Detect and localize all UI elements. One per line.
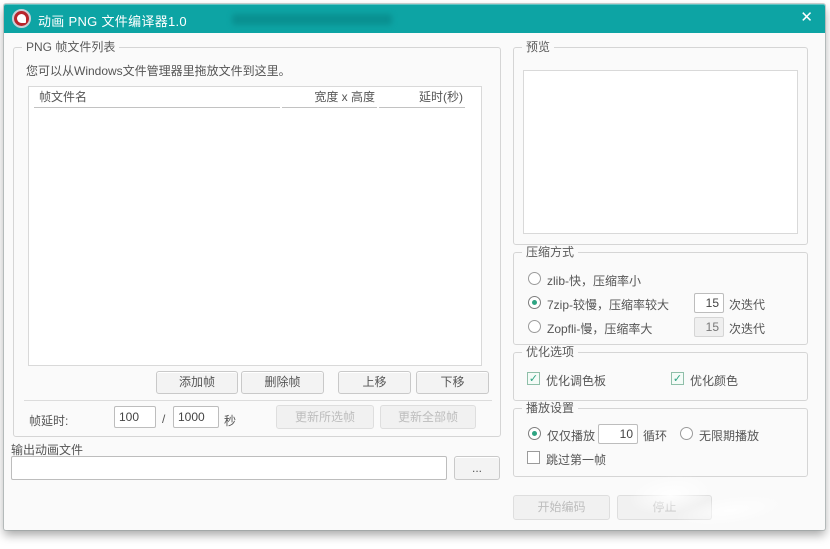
remove-frame-button[interactable]: 删除帧 [241, 371, 324, 394]
delay-separator: / [162, 412, 166, 426]
frame-list-header: 帧文件名 宽度 x 高度 延时(秒) [34, 87, 467, 108]
zopfli-radio[interactable] [528, 320, 541, 333]
column-header-delay: 延时(秒) [379, 87, 465, 108]
column-header-filename: 帧文件名 [34, 87, 280, 108]
play-count-label: 仅仅播放 [547, 429, 596, 443]
playback-group-title: 播放设置 [522, 401, 579, 415]
infinite-play-radio[interactable] [680, 427, 693, 440]
zlib-radio-label: zlib-快，压缩率小 [547, 274, 642, 288]
optimize-color-checkbox[interactable]: ✓ [671, 372, 684, 385]
update-all-frames-button[interactable]: 更新全部帧 [380, 405, 476, 429]
app-logo-glyph [17, 14, 26, 23]
delay-numerator-input[interactable] [114, 406, 156, 428]
optimization-group-title: 优化选项 [522, 345, 579, 359]
zopfli-radio-label: Zopfli-慢，压缩率大 [547, 322, 653, 336]
frame-list-group-title: PNG 帧文件列表 [22, 40, 120, 54]
sevenzip-iterations-unit: 次迭代 [729, 298, 766, 312]
sevenzip-iterations-input[interactable] [694, 293, 724, 313]
move-up-button[interactable]: 上移 [338, 371, 411, 394]
optimize-color-label: 优化颜色 [690, 374, 739, 388]
frame-list-table[interactable]: 帧文件名 宽度 x 高度 延时(秒) [28, 86, 482, 366]
blurred-watermark [232, 14, 392, 25]
infinite-play-label: 无限期播放 [699, 429, 760, 443]
frame-list-group: PNG 帧文件列表 您可以从Windows文件管理器里拖放文件到这里。 帧文件名… [13, 40, 501, 437]
move-down-button[interactable]: 下移 [416, 371, 489, 394]
window-title: 动画 PNG 文件编译器1.0 [38, 14, 187, 29]
play-count-radio[interactable] [528, 427, 541, 440]
sevenzip-radio[interactable] [528, 296, 541, 309]
optimize-palette-label: 优化调色板 [546, 374, 607, 388]
preview-group: 预览 [513, 40, 808, 245]
preview-canvas [523, 70, 798, 234]
divider [24, 400, 492, 401]
optimize-palette-checkbox[interactable]: ✓ [527, 372, 540, 385]
compression-group-title: 压缩方式 [522, 245, 579, 259]
optimization-group: 优化选项 ✓ 优化调色板 ✓ 优化颜色 [513, 345, 808, 401]
skip-first-frame-label: 跳过第一帧 [546, 453, 607, 467]
preview-group-title: 预览 [522, 40, 555, 54]
close-icon[interactable]: ✕ [800, 9, 813, 27]
stop-button[interactable]: 停止 [617, 495, 712, 520]
update-selected-frames-button[interactable]: 更新所选帧 [276, 405, 374, 429]
delay-denominator-input[interactable] [173, 406, 219, 428]
browse-button[interactable]: ... [454, 456, 500, 480]
playback-group: 播放设置 仅仅播放 循环 无限期播放 跳过第一帧 [513, 401, 808, 477]
output-path-input[interactable] [11, 456, 447, 480]
app-logo-icon [12, 9, 31, 28]
compression-group: 压缩方式 zlib-快，压缩率小 7zip-较慢，压缩率较大 次迭代 Zopfl… [513, 245, 808, 345]
zopfli-iterations-unit: 次迭代 [729, 322, 766, 336]
loop-unit-label: 循环 [643, 429, 668, 443]
start-encoding-button[interactable]: 开始编码 [513, 495, 610, 520]
sevenzip-radio-label: 7zip-较慢，压缩率较大 [547, 298, 670, 312]
add-frame-button[interactable]: 添加帧 [156, 371, 238, 394]
app-window: 动画 PNG 文件编译器1.0 ✕ PNG 帧文件列表 您可以从Windows文… [4, 4, 825, 549]
zlib-radio[interactable] [528, 272, 541, 285]
delay-unit-label: 秒 [224, 414, 237, 428]
zopfli-iterations-input[interactable] [694, 317, 724, 337]
skip-first-frame-checkbox[interactable] [527, 451, 540, 464]
loop-count-input[interactable] [598, 424, 638, 444]
frame-delay-label: 帧延时: [29, 414, 69, 428]
drag-drop-hint: 您可以从Windows文件管理器里拖放文件到这里。 [26, 64, 291, 78]
column-header-size: 宽度 x 高度 [282, 87, 377, 108]
titlebar: 动画 PNG 文件编译器1.0 ✕ [4, 4, 825, 33]
